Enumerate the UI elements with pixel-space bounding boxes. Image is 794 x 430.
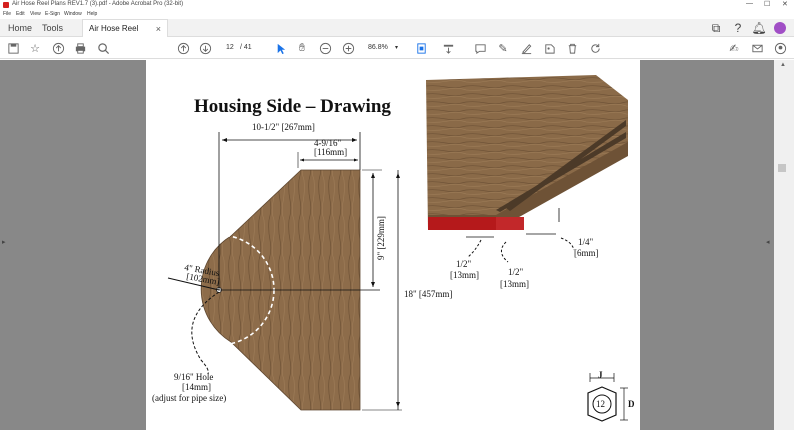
hand-tool-icon[interactable]: ✋︎ — [294, 40, 310, 56]
groove-c-label-1: 1/4" — [578, 237, 594, 247]
housing-side-drawing: Housing Side – Drawing 4" Radius [102mm]… — [152, 75, 635, 422]
delete-icon[interactable] — [564, 40, 580, 56]
page-fit-icon[interactable] — [413, 40, 429, 56]
hole-label-1: 9/16" Hole — [174, 372, 213, 382]
help-icon[interactable]: ? — [730, 20, 746, 36]
fill-sign-icon[interactable]: ✍︎ — [726, 40, 742, 56]
groove-b-label-2: [13mm] — [500, 279, 529, 289]
menu-file[interactable]: File — [3, 11, 11, 17]
scroll-up-icon[interactable]: ▲ — [780, 62, 786, 68]
maximize-icon[interactable]: ☐ — [764, 0, 770, 8]
toolbar: ☆ 12 / 41 ✋︎ 86.8% ▾ ✎ ✍︎ — [0, 37, 794, 59]
menu-edit[interactable]: Edit — [16, 11, 25, 17]
groove-c-label-2: [6mm] — [574, 248, 599, 258]
bookmark-star-icon[interactable]: ☆ — [27, 40, 43, 56]
groove-a-leader — [467, 239, 482, 258]
badge-j-label: J — [598, 370, 603, 380]
zoom-level[interactable]: 86.8% — [368, 44, 388, 51]
window-title: Air Hose Reel Plans REV1.7 (3).pdf - Ado… — [12, 1, 184, 7]
upload-icon[interactable] — [50, 40, 66, 56]
groove-b-leader — [501, 241, 509, 263]
save-icon[interactable] — [5, 40, 21, 56]
expand-left-panel-icon[interactable]: ▸ — [2, 238, 6, 246]
left-gray-panel: ▸ — [0, 60, 146, 430]
previous-page-icon[interactable] — [175, 40, 191, 56]
tab-tools[interactable]: Tools — [42, 19, 63, 37]
share-screen-icon[interactable]: ⧉ — [708, 20, 724, 36]
menu-window[interactable]: Window — [64, 11, 82, 17]
draw-icon[interactable] — [518, 40, 534, 56]
menu-help[interactable]: Help — [87, 11, 97, 17]
right-gray-panel: ◂ — [640, 60, 774, 430]
drawing-title: Housing Side – Drawing — [194, 96, 391, 117]
badge-number: 12 — [596, 399, 605, 409]
width-dim-label: 10-1/2" [267mm] — [252, 122, 315, 132]
board-red-edge — [428, 217, 496, 230]
print-icon[interactable] — [72, 40, 88, 56]
tab-bar: Home Tools Air Hose Reel Plans... × ⧉ ? … — [0, 19, 794, 51]
notifications-icon[interactable]: 🔔︎ — [751, 20, 767, 36]
hole-label-2: [14mm] — [182, 382, 211, 392]
menu-view[interactable]: View — [30, 11, 41, 17]
height-dim-label: 18" [457mm] — [404, 289, 452, 299]
hole-label-3: (adjust for pipe size) — [152, 393, 226, 403]
menu-esign[interactable]: E-Sign — [45, 11, 60, 17]
expand-right-panel-icon[interactable]: ◂ — [766, 238, 770, 246]
title-bar: Air Hose Reel Plans REV1.7 (3).pdf - Ado… — [0, 0, 794, 10]
tab-document[interactable]: Air Hose Reel Plans... × — [82, 19, 168, 51]
badge-d-label: D — [628, 399, 635, 409]
select-cursor-icon[interactable] — [272, 40, 288, 56]
groove-a-label-2: [13mm] — [450, 270, 479, 280]
scroll-thumb[interactable] — [778, 164, 786, 172]
top-dim-label-mm: [116mm] — [314, 147, 347, 157]
groove-detail-illustration — [426, 75, 628, 230]
groove-c-leader — [560, 237, 575, 251]
close-tab-icon[interactable]: × — [156, 20, 161, 38]
mid-dim-label: 9" [229mm] — [376, 216, 386, 260]
search-icon[interactable] — [95, 40, 111, 56]
scroll-mode-icon[interactable] — [440, 40, 456, 56]
rotate-icon[interactable] — [587, 40, 603, 56]
menu-bar: File Edit View E-Sign Window Help — [0, 10, 794, 19]
tab-home[interactable]: Home — [8, 19, 32, 37]
pdf-page: Housing Side – Drawing 4" Radius [102mm]… — [146, 60, 640, 430]
next-page-icon[interactable] — [197, 40, 213, 56]
comment-icon[interactable] — [472, 40, 488, 56]
groove-a-label-1: 1/2" — [456, 259, 472, 269]
minimize-icon[interactable]: — — [746, 0, 753, 7]
groove-red-edge — [496, 217, 524, 230]
zoom-out-icon[interactable] — [317, 40, 333, 56]
vertical-scrollbar[interactable]: ▲ — [774, 60, 794, 430]
zoom-in-icon[interactable] — [340, 40, 356, 56]
avatar[interactable] — [772, 20, 788, 36]
mail-icon[interactable] — [749, 40, 765, 56]
zoom-dropdown-icon[interactable]: ▾ — [395, 44, 398, 51]
groove-b-label-1: 1/2" — [508, 267, 524, 277]
page-total: / 41 — [240, 44, 252, 51]
acrobat-icon — [3, 2, 9, 8]
highlight-pen-icon[interactable]: ✎ — [495, 40, 511, 56]
account-icon[interactable] — [772, 40, 788, 56]
close-window-icon[interactable]: ✕ — [782, 0, 788, 8]
stamp-icon[interactable] — [541, 40, 557, 56]
page-badge — [587, 373, 628, 422]
page-number-input[interactable]: 12 — [226, 44, 234, 51]
